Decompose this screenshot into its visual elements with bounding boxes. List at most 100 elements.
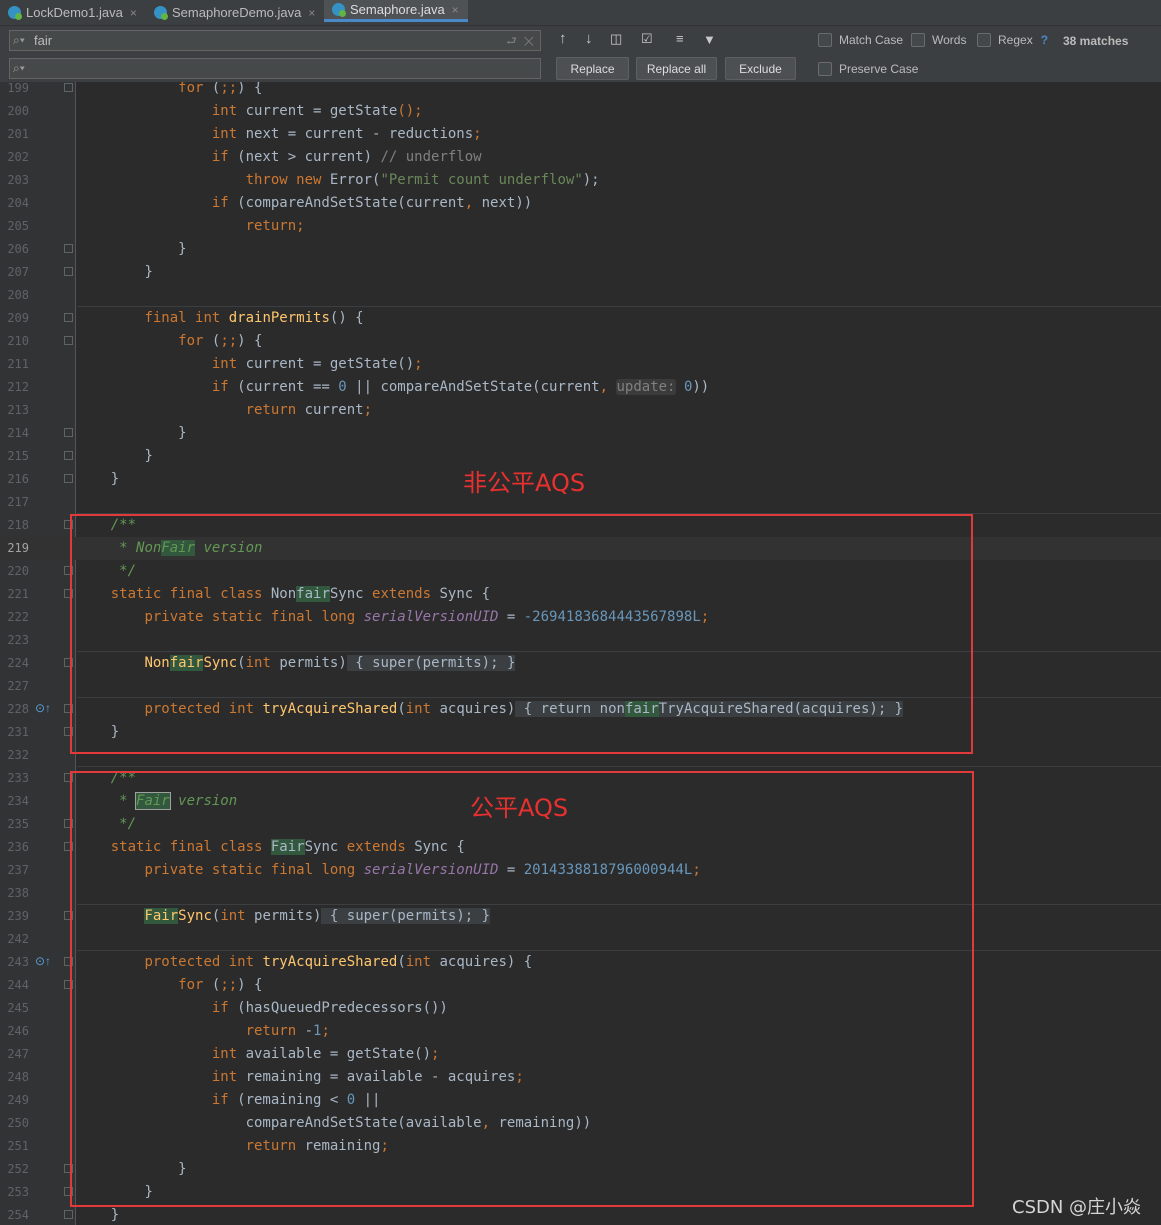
- line-number: 228: [7, 702, 29, 716]
- line-number: 209: [7, 311, 29, 325]
- code-text: int current = getState();: [211, 356, 423, 372]
- code-text: }: [110, 471, 120, 487]
- fold-marker-icon[interactable]: [64, 1210, 73, 1219]
- line-number: 206: [7, 242, 29, 256]
- clear-icon[interactable]: ✕: [524, 34, 534, 48]
- match-case-checkbox[interactable]: [818, 33, 832, 47]
- words-checkbox[interactable]: [911, 33, 925, 47]
- newline-icon[interactable]: ⮐: [506, 34, 517, 48]
- open-in-find-window-icon[interactable]: ≡: [676, 31, 684, 46]
- regex-checkbox[interactable]: [977, 33, 991, 47]
- tab-semaphore[interactable]: Semaphore.java ×: [324, 0, 468, 22]
- preserve-case-label: Preserve Case: [839, 62, 919, 76]
- line-number: 235: [7, 817, 29, 831]
- words-label: Words: [932, 33, 967, 47]
- code-text: for (;;) {: [178, 82, 263, 96]
- fold-marker-icon[interactable]: [64, 267, 73, 276]
- code-line[interactable]: 212 if (current == 0 || compareAndSetSta…: [0, 376, 1161, 399]
- line-number: 250: [7, 1116, 29, 1130]
- code-text: return current;: [245, 402, 373, 418]
- match-case-option[interactable]: Match Case: [818, 33, 903, 47]
- regex-help-icon[interactable]: ?: [1041, 33, 1048, 47]
- replace-button[interactable]: Replace: [556, 57, 629, 80]
- code-line[interactable]: 214 }: [0, 422, 1161, 445]
- java-class-icon: [8, 6, 22, 20]
- code-line[interactable]: 206 }: [0, 238, 1161, 261]
- code-line[interactable]: 213 return current;: [0, 399, 1161, 422]
- line-number: 254: [7, 1208, 29, 1222]
- code-editor[interactable]: 199 for (;;) { 200 int current = getStat…: [0, 82, 1161, 1225]
- line-number: 208: [7, 288, 29, 302]
- add-selection-icon[interactable]: ☑: [641, 31, 653, 47]
- code-line[interactable]: 211 int current = getState();: [0, 353, 1161, 376]
- code-text: return;: [245, 218, 305, 234]
- tab-semaphoredemo[interactable]: SemaphoreDemo.java ×: [154, 0, 320, 25]
- fold-marker-icon[interactable]: [64, 244, 73, 253]
- code-text: throw new Error("Permit count underflow"…: [245, 172, 600, 188]
- code-line[interactable]: 202 if (next > current) // underflow: [0, 146, 1161, 169]
- code-line[interactable]: 254 }: [0, 1204, 1161, 1225]
- line-number: 227: [7, 679, 29, 693]
- line-number: 204: [7, 196, 29, 210]
- search-history-clear[interactable]: ⮐ ✕: [506, 32, 534, 53]
- line-number: 244: [7, 978, 29, 992]
- line-number: 202: [7, 150, 29, 164]
- exclude-button[interactable]: Exclude: [725, 57, 796, 80]
- java-class-icon: [332, 3, 346, 17]
- code-line[interactable]: 209 final int drainPermits() {: [0, 307, 1161, 330]
- find-replace-panel: ⌕▾ fair ⮐ ✕ ⌕▾ ↑ ↓ ◫ ☑ ≡ ▼ Match Case Wo…: [0, 26, 1161, 83]
- code-line[interactable]: 200 int current = getState();: [0, 100, 1161, 123]
- tab-lockdemo1[interactable]: LockDemo1.java ×: [8, 0, 148, 25]
- code-line[interactable]: 207 }: [0, 261, 1161, 284]
- fold-marker-icon[interactable]: [64, 336, 73, 345]
- preserve-case-checkbox[interactable]: [818, 62, 832, 76]
- line-number: 238: [7, 886, 29, 900]
- fold-marker-icon[interactable]: [64, 474, 73, 483]
- close-icon[interactable]: ×: [308, 6, 315, 20]
- replace-input[interactable]: ⌕▾: [9, 58, 541, 79]
- code-text: }: [144, 448, 153, 464]
- code-line[interactable]: 199 for (;;) {: [0, 82, 1161, 100]
- line-number: 222: [7, 610, 29, 624]
- fold-marker-icon[interactable]: [64, 313, 73, 322]
- code-line[interactable]: 208: [0, 284, 1161, 307]
- match-count: 38 matches: [1063, 34, 1129, 48]
- close-icon[interactable]: ×: [130, 6, 137, 20]
- line-number: 216: [7, 472, 29, 486]
- code-line[interactable]: 210 for (;;) {: [0, 330, 1161, 353]
- previous-occurrence-icon[interactable]: ↑: [559, 30, 567, 47]
- line-number: 251: [7, 1139, 29, 1153]
- words-option[interactable]: Words: [911, 33, 966, 47]
- code-line[interactable]: 203 throw new Error("Permit count underf…: [0, 169, 1161, 192]
- line-number: 214: [7, 426, 29, 440]
- search-input[interactable]: ⌕▾ fair ⮐ ✕: [9, 30, 541, 51]
- search-icon: ⌕▾: [13, 33, 25, 47]
- code-text: }: [178, 425, 187, 441]
- override-method-icon[interactable]: ⊙↑: [35, 701, 51, 715]
- line-number: 247: [7, 1047, 29, 1061]
- code-line[interactable]: 201 int next = current - reductions;: [0, 123, 1161, 146]
- line-number: 233: [7, 771, 29, 785]
- line-number: 207: [7, 265, 29, 279]
- code-line[interactable]: 205 return;: [0, 215, 1161, 238]
- next-occurrence-icon[interactable]: ↓: [585, 30, 593, 47]
- replace-all-button[interactable]: Replace all: [636, 57, 717, 80]
- fold-marker-icon[interactable]: [64, 83, 73, 92]
- code-text: if (current == 0 || compareAndSetState(c…: [211, 379, 710, 395]
- code-text: for (;;) {: [178, 333, 263, 349]
- preserve-case-option[interactable]: Preserve Case: [818, 62, 918, 76]
- line-number: 231: [7, 725, 29, 739]
- code-text: }: [144, 264, 153, 280]
- close-icon[interactable]: ×: [452, 3, 459, 17]
- filter-icon[interactable]: ▼: [703, 32, 716, 47]
- line-number: 217: [7, 495, 29, 509]
- override-method-icon[interactable]: ⊙↑: [35, 954, 51, 968]
- line-number: 236: [7, 840, 29, 854]
- line-number: 200: [7, 104, 29, 118]
- fold-marker-icon[interactable]: [64, 451, 73, 460]
- line-number: 221: [7, 587, 29, 601]
- regex-option[interactable]: Regex ?: [977, 33, 1048, 47]
- fold-marker-icon[interactable]: [64, 428, 73, 437]
- select-all-occurrences-icon[interactable]: ◫: [610, 31, 622, 47]
- code-line[interactable]: 204 if (compareAndSetState(current, next…: [0, 192, 1161, 215]
